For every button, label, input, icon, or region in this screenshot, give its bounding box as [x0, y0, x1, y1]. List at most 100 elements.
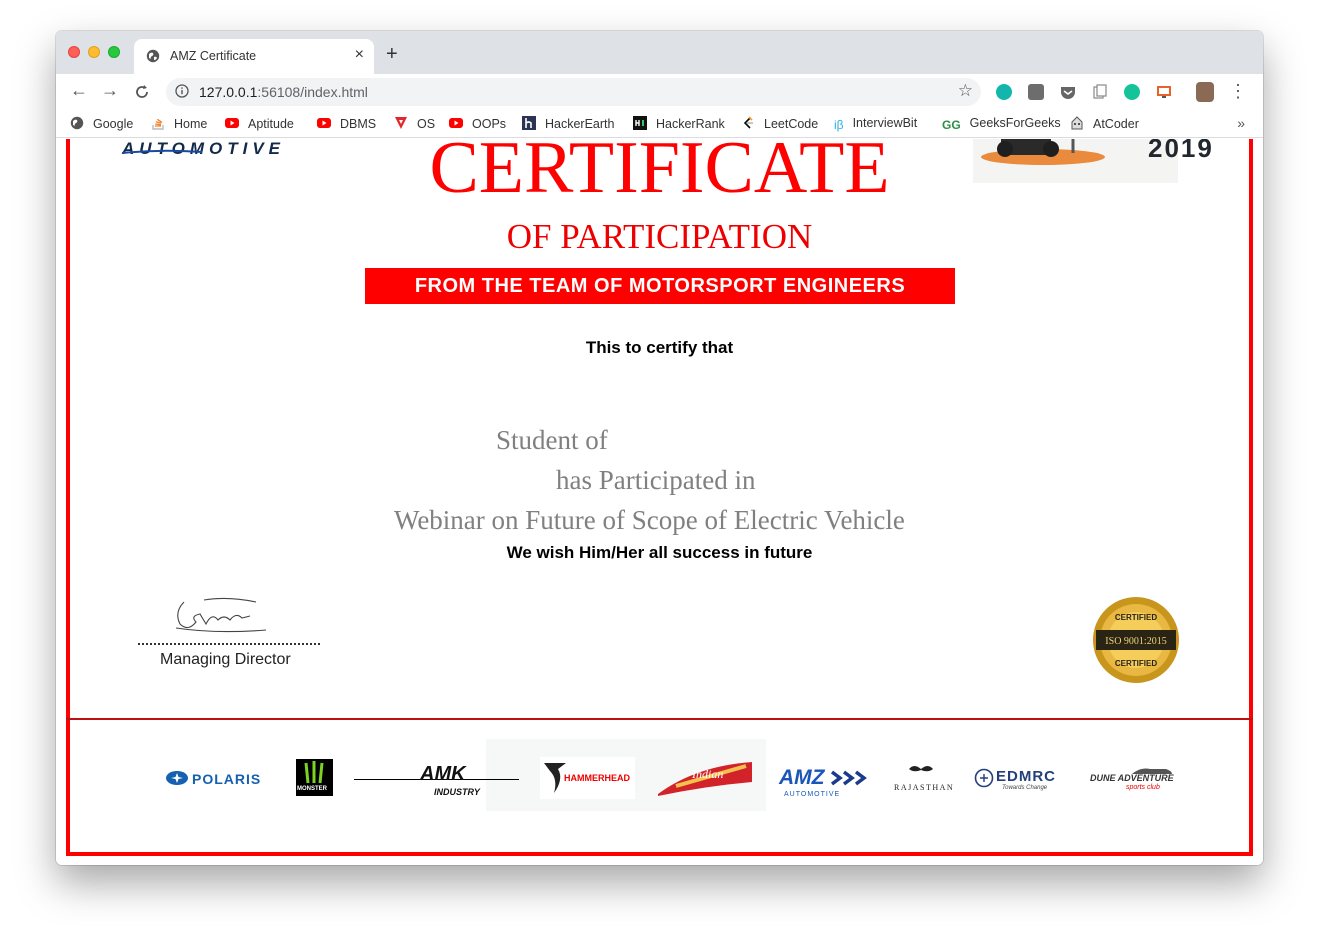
- bookmarks-bar: Google Home Aptitude DBMS OS OOPs Hacker…: [56, 110, 1263, 138]
- dune-car-icon: [1132, 768, 1172, 774]
- bookmark-label: Google: [93, 117, 134, 131]
- youtube-icon: [317, 118, 331, 128]
- toolbar: ← → 127.0.0.1:56108/index.html ☆ ⋮: [56, 74, 1263, 110]
- bookmark-label: LeetCode: [764, 117, 819, 131]
- iso-seal-icon: ISO 9001:2015 CERTIFIED CERTIFIED: [1093, 597, 1179, 683]
- geeksforgeeks-icon: GG: [942, 118, 961, 132]
- bookmark-geeksforgeeks[interactable]: GG GeeksForGeeks: [942, 116, 1061, 132]
- bookmark-label: DBMS: [340, 117, 377, 131]
- sponsor-amk-sub: INDUSTRY: [434, 787, 480, 797]
- seal-text-bottom: CERTIFIED: [1115, 659, 1157, 668]
- footer-separator: [66, 718, 1253, 720]
- bookmark-label: Home: [174, 117, 208, 131]
- extension-m-icon[interactable]: [996, 84, 1012, 100]
- sponsor-rajasthan: RAJASTHAN: [894, 783, 955, 792]
- bookmark-atcoder[interactable]: AtCoder: [1070, 116, 1139, 131]
- screen-icon[interactable]: [1156, 84, 1172, 100]
- indian-text: Indian: [691, 767, 723, 781]
- browser-window: AMZ Certificate × + ← → 127.0.0.1:56108/…: [56, 31, 1263, 865]
- sponsor-monster: MONSTER: [296, 759, 333, 796]
- event-name: Webinar on Future of Scope of Electric V…: [394, 505, 905, 535]
- sponsor-amz-sub: AUTOMOTIVE: [784, 791, 841, 798]
- bookmark-star-icon[interactable]: ☆: [958, 81, 973, 101]
- sponsor-dune-sub: sports club: [1126, 784, 1160, 791]
- bookmark-home[interactable]: Home: [151, 116, 207, 131]
- monster-text: MONSTER: [297, 786, 327, 792]
- triangle-icon: [395, 117, 407, 129]
- bookmark-interviewbit[interactable]: iβ InterviewBit: [834, 116, 917, 132]
- globe-icon: [70, 116, 84, 130]
- wish-text: We wish Him/Her all success in future: [506, 543, 813, 562]
- youtube-icon: [225, 118, 239, 128]
- tab-close-button[interactable]: ×: [355, 46, 364, 64]
- sponsor-polaris: POLARIS: [192, 771, 262, 787]
- tab-title: AMZ Certificate: [170, 49, 257, 63]
- bookmark-label: OS: [417, 117, 436, 131]
- page-content: AUTOMOTIVE 2019 CERTIFICATE OF PARTICIPA…: [56, 139, 1263, 865]
- bookmark-label: HackerEarth: [545, 117, 615, 131]
- seal-text-mid: ISO 9001:2015: [1105, 636, 1166, 647]
- chevrons-icon: [830, 770, 867, 786]
- info-icon[interactable]: [175, 84, 189, 98]
- forward-button[interactable]: →: [101, 80, 119, 101]
- globe-icon: [146, 49, 160, 63]
- sponsor-amk: AMK: [420, 763, 466, 785]
- bookmark-dbms[interactable]: DBMS: [317, 116, 376, 131]
- bookmark-google[interactable]: Google: [70, 116, 133, 131]
- mustache-icon: [909, 766, 933, 772]
- tab-active[interactable]: AMZ Certificate ×: [134, 39, 374, 74]
- bookmark-oops[interactable]: OOPs: [449, 116, 506, 131]
- bookmark-label: Aptitude: [248, 117, 294, 131]
- stackoverflow-icon: [152, 118, 164, 130]
- atcoder-icon: [1071, 116, 1083, 130]
- bookmark-label: GeeksForGeeks: [969, 116, 1061, 130]
- avatar[interactable]: [1196, 82, 1214, 102]
- tab-strip: AMZ Certificate × +: [56, 31, 1263, 74]
- bookmark-label: AtCoder: [1093, 117, 1139, 131]
- address-bar[interactable]: 127.0.0.1:56108/index.html ☆: [166, 78, 981, 106]
- polaris-star-icon: [166, 771, 188, 785]
- hackerearth-icon: [522, 116, 536, 130]
- certify-text: This to certify that: [585, 338, 734, 357]
- pocket-icon[interactable]: [1060, 84, 1076, 100]
- youtube-icon: [449, 118, 463, 128]
- bookmarks-more-button[interactable]: »: [1237, 115, 1245, 131]
- extension-e-icon[interactable]: [1028, 84, 1044, 100]
- monster-claw-icon: [304, 761, 324, 784]
- signature-caption: Managing Director: [160, 651, 291, 668]
- bookmark-hackerrank[interactable]: HackerRank: [633, 116, 725, 131]
- bookmark-hackerearth[interactable]: HackerEarth: [522, 116, 614, 131]
- bookmark-os[interactable]: OS: [394, 116, 435, 131]
- grammarly-icon[interactable]: [1124, 84, 1140, 100]
- participated-line: has Participated in: [556, 465, 756, 495]
- leetcode-icon: [743, 116, 753, 129]
- close-window-button[interactable]: [68, 46, 80, 58]
- bookmark-label: InterviewBit: [852, 116, 918, 130]
- url-text: 127.0.0.1:56108/index.html: [199, 84, 368, 100]
- back-button[interactable]: ←: [70, 80, 88, 101]
- minimize-window-button[interactable]: [88, 46, 100, 58]
- new-tab-button[interactable]: +: [386, 43, 398, 66]
- student-line: Student of: [496, 425, 608, 455]
- maximize-window-button[interactable]: [108, 46, 120, 58]
- url-host: 127.0.0.1: [199, 84, 258, 100]
- bookmark-label: HackerRank: [656, 117, 725, 131]
- url-path: :56108/index.html: [257, 84, 368, 100]
- sponsor-edmrc: EDMRC: [996, 768, 1056, 785]
- sponsor-hammerhead: HAMMERHEAD: [540, 757, 635, 799]
- edmrc-globe-icon: [974, 768, 994, 788]
- hackerrank-icon: [633, 116, 647, 130]
- certificate-banner: FROM THE TEAM OF MOTORSPORT ENGINEERS: [365, 268, 955, 304]
- menu-icon[interactable]: ⋮: [1229, 81, 1247, 102]
- copy-icon[interactable]: [1092, 84, 1108, 100]
- signature-line: [138, 643, 320, 645]
- sponsor-amz: AMZ: [779, 766, 825, 789]
- seal-text-top: CERTIFIED: [1115, 613, 1157, 622]
- bookmark-leetcode[interactable]: LeetCode: [741, 116, 818, 131]
- reload-icon[interactable]: [134, 84, 150, 100]
- bookmark-aptitude[interactable]: Aptitude: [225, 116, 294, 131]
- interviewbit-icon: iβ: [834, 118, 844, 132]
- sponsor-edmrc-sub: Towards Change: [1002, 785, 1048, 791]
- hammerhead-text: HAMMERHEAD: [564, 773, 630, 783]
- indian-headdress-icon: Indian: [658, 762, 752, 796]
